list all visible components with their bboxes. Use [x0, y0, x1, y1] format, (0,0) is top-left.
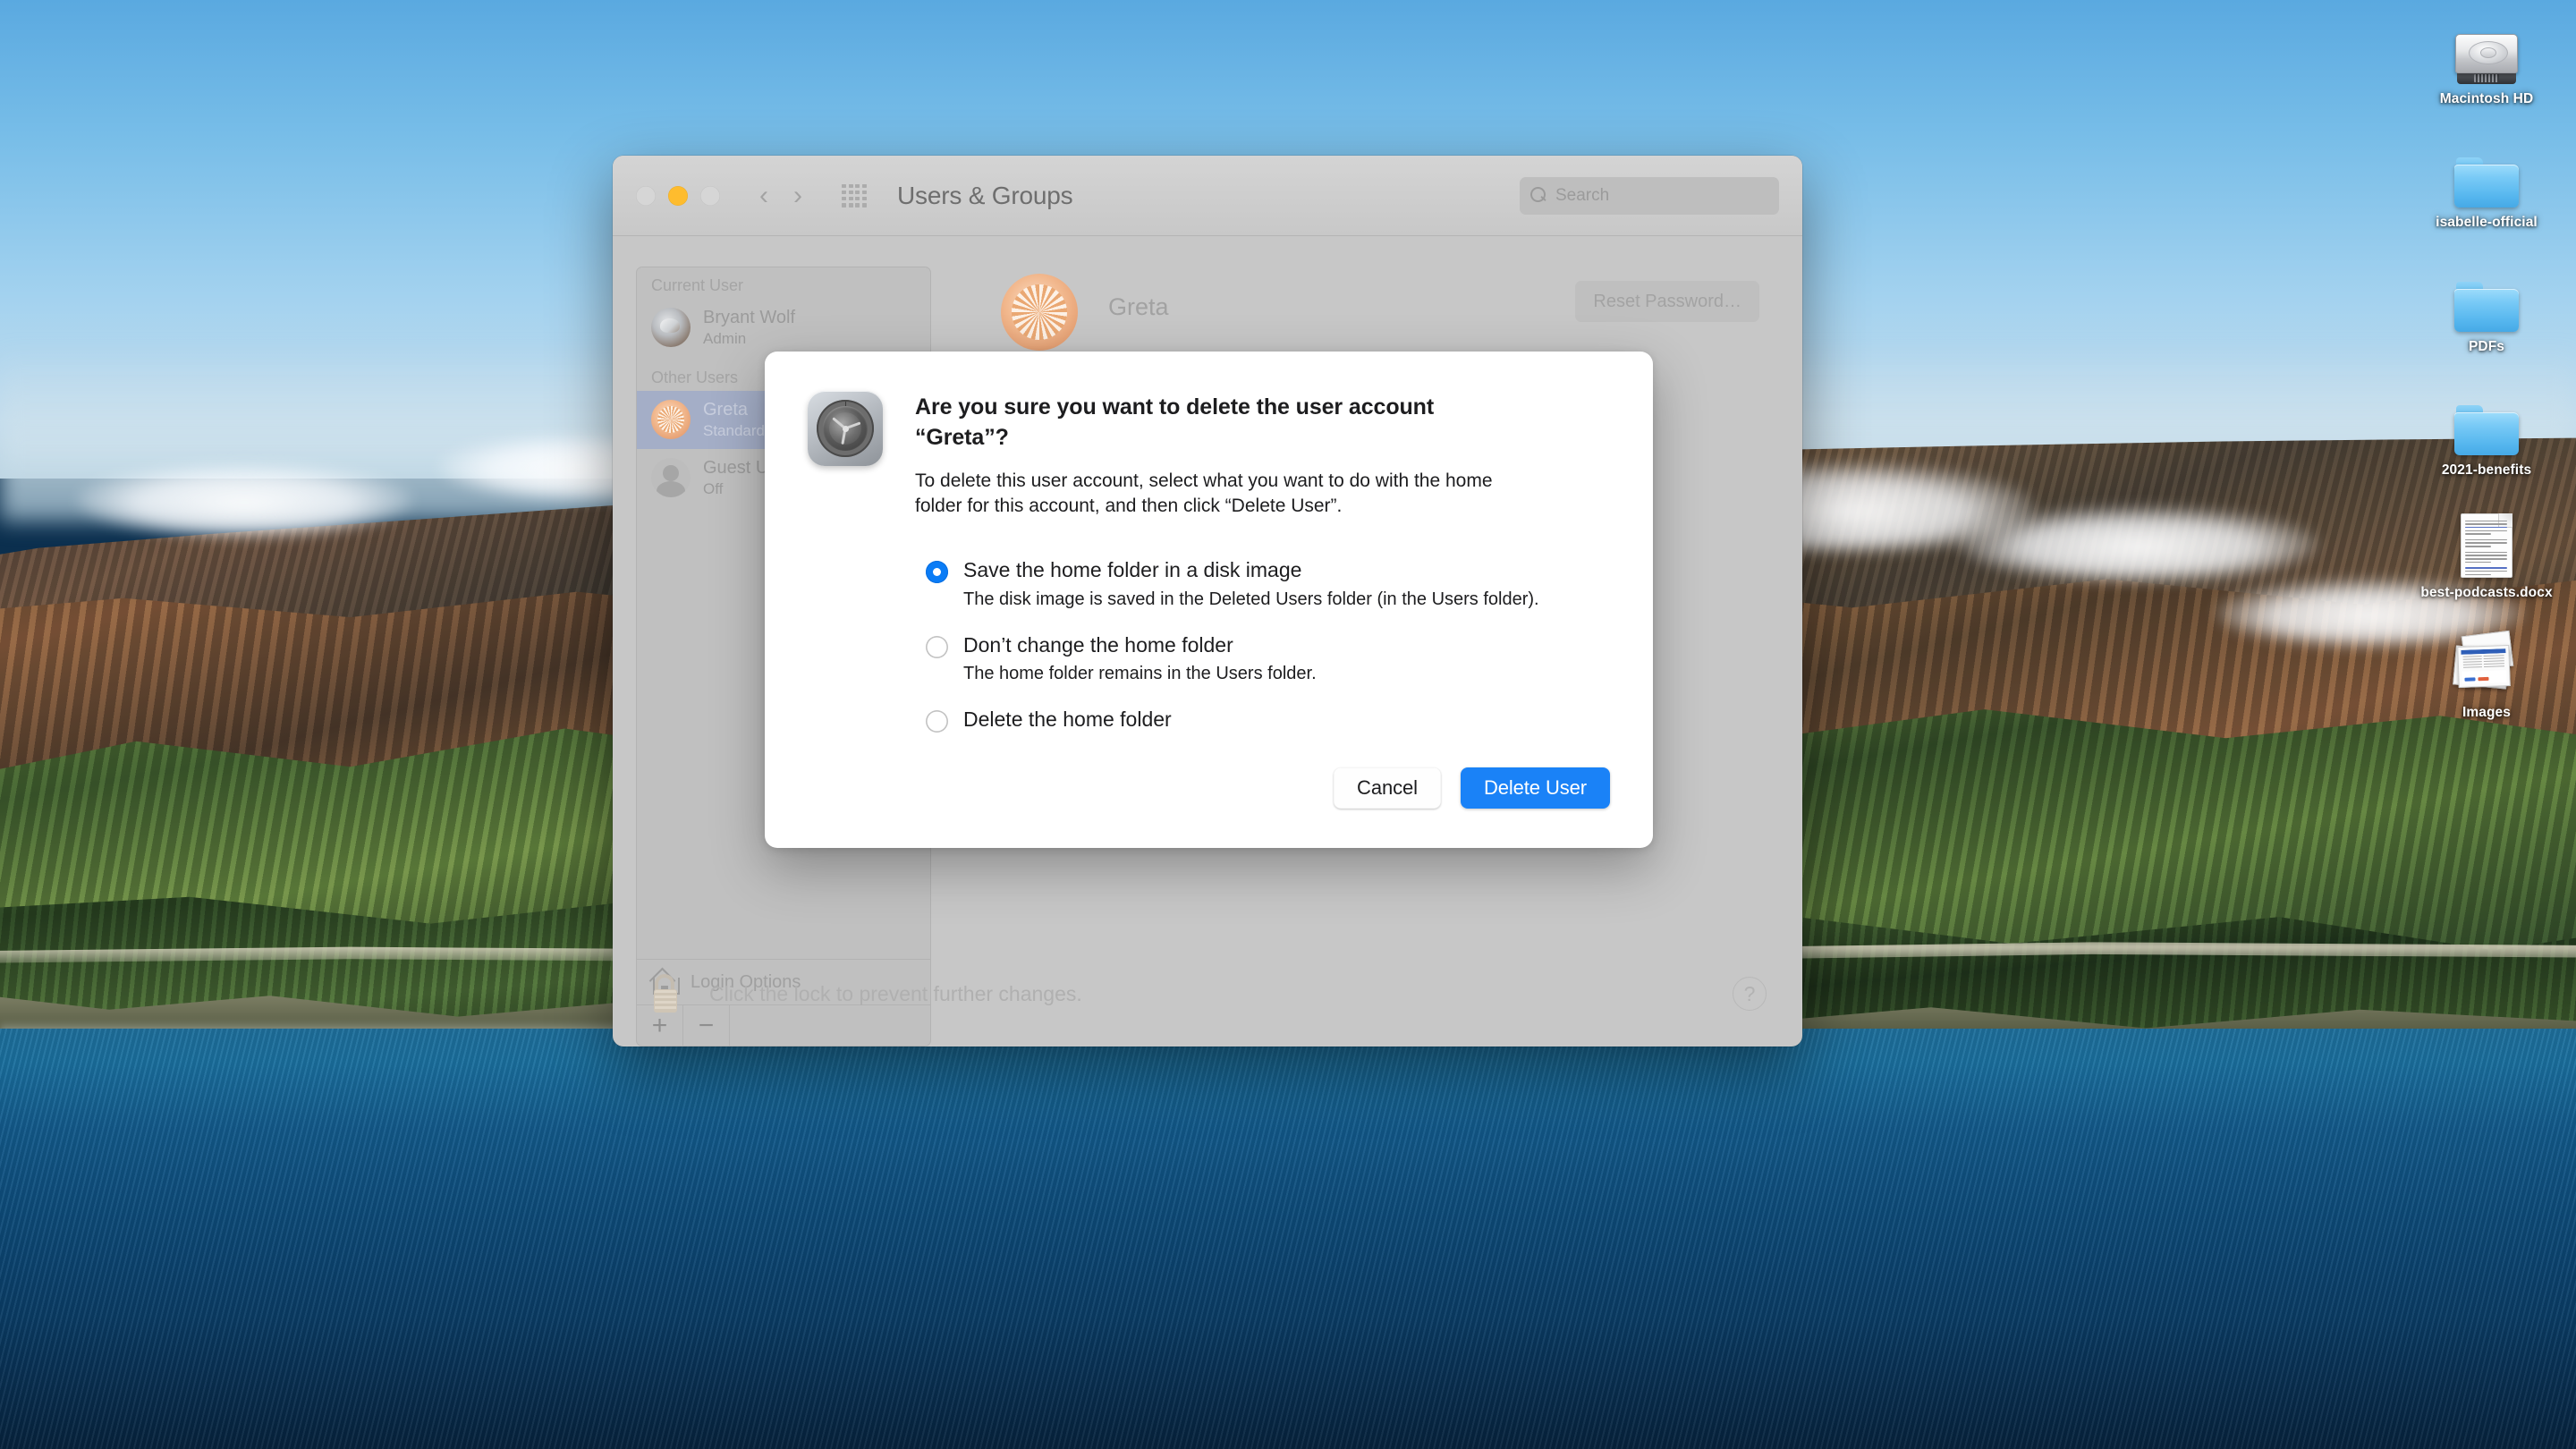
- hard-drive-icon: [2455, 5, 2518, 84]
- window-titlebar: ‹ › Users & Groups Search: [613, 156, 1802, 236]
- help-button[interactable]: ?: [1733, 977, 1767, 1011]
- forward-arrow-icon[interactable]: ›: [793, 182, 802, 209]
- zoom-button[interactable]: [700, 185, 720, 206]
- user-name: Bryant Wolf: [703, 308, 795, 327]
- system-preferences-gear-icon: [808, 391, 883, 466]
- search-icon: [1530, 187, 1547, 204]
- radio-label: Delete the home folder: [963, 707, 1172, 731]
- lock-message: Click the lock to prevent further change…: [709, 981, 1082, 1005]
- navigation-arrows: ‹ ›: [759, 182, 802, 209]
- page-title: Users & Groups: [897, 181, 1073, 209]
- delete-user-button[interactable]: Delete User: [1460, 767, 1610, 809]
- desktop-icon-label: PDFs: [2468, 338, 2505, 354]
- radio-button[interactable]: [926, 561, 948, 584]
- desktop-icon-isabelle-official[interactable]: isabelle-official: [2411, 125, 2563, 231]
- wallpaper-ocean: [0, 1029, 2576, 1449]
- radio-label: Save the home folder in a disk image: [963, 558, 1302, 582]
- cancel-button[interactable]: Cancel: [1334, 767, 1441, 809]
- desktop-icon-pdfs[interactable]: PDFs: [2411, 250, 2563, 355]
- traffic-light-buttons: [636, 185, 720, 206]
- delete-user-dialog: Are you sure you want to delete the user…: [765, 352, 1653, 848]
- radio-description: The home folder remains in the Users fol…: [963, 664, 1317, 684]
- sidebar-item-bryant-wolf[interactable]: Bryant Wolf Admin: [637, 299, 930, 356]
- images-stack-icon: [2451, 619, 2522, 698]
- search-field[interactable]: Search: [1520, 176, 1779, 215]
- unlocked-padlock-icon[interactable]: [654, 974, 686, 1013]
- folder-icon: [2454, 253, 2519, 332]
- desktop-icon-grid: Macintosh HD isabelle-official PDFs 2021…: [2397, 0, 2576, 721]
- lock-bar: Click the lock to prevent further change…: [613, 941, 1802, 1046]
- avatar: [651, 308, 691, 348]
- search-placeholder: Search: [1555, 185, 1610, 205]
- minimize-button[interactable]: [668, 185, 688, 206]
- account-name: Greta: [1108, 293, 1169, 320]
- dialog-actions: Cancel Delete User: [1334, 767, 1610, 809]
- desktop-icon-label: Images: [2462, 704, 2512, 720]
- desktop-icon-label: 2021-benefits: [2441, 462, 2532, 479]
- dialog-header: Are you sure you want to delete the user…: [808, 391, 1610, 520]
- user-role: Admin: [703, 330, 747, 347]
- desktop-icon-images[interactable]: Images: [2411, 615, 2563, 721]
- user-role: Standard: [703, 422, 765, 440]
- folder-icon: [2454, 129, 2519, 208]
- reset-password-button[interactable]: Reset Password…: [1575, 281, 1759, 322]
- user-name: Greta: [703, 400, 749, 420]
- radio-button[interactable]: [926, 709, 948, 733]
- current-user-header: Current User: [651, 276, 744, 294]
- radio-option-save-disk-image[interactable]: Save the home folder in a disk image: [926, 557, 1610, 584]
- radio-option-dont-change[interactable]: Don’t change the home folder: [926, 632, 1610, 659]
- radio-option-delete-home-folder[interactable]: Delete the home folder: [926, 707, 1610, 733]
- dialog-message: To delete this user account, select what…: [915, 470, 1493, 517]
- radio-label: Don’t change the home folder: [963, 632, 1233, 657]
- radio-description: The disk image is saved in the Deleted U…: [963, 589, 1539, 610]
- back-arrow-icon[interactable]: ‹: [759, 182, 768, 209]
- document-icon: [2461, 499, 2512, 578]
- folder-icon: [2454, 377, 2519, 456]
- show-all-grid-icon[interactable]: [842, 183, 867, 208]
- desktop-icon-label: Macintosh HD: [2439, 91, 2534, 106]
- desktop-icon-label: isabelle-official: [2436, 215, 2538, 231]
- radio-button[interactable]: [926, 635, 948, 658]
- desktop-icon-label: best-podcasts.docx: [2420, 584, 2553, 600]
- desktop-icon-best-podcasts-docx[interactable]: best-podcasts.docx: [2411, 496, 2563, 601]
- avatar: [651, 400, 691, 440]
- close-button[interactable]: [636, 185, 656, 206]
- desktop-icon-macintosh-hd[interactable]: Macintosh HD: [2411, 2, 2563, 107]
- home-folder-options: Save the home folder in a disk image The…: [808, 557, 1610, 733]
- dialog-title: Are you sure you want to delete the user…: [915, 394, 1435, 450]
- account-avatar[interactable]: [1001, 274, 1078, 351]
- desktop-icon-2021-benefits[interactable]: 2021-benefits: [2411, 373, 2563, 479]
- avatar: [651, 457, 691, 497]
